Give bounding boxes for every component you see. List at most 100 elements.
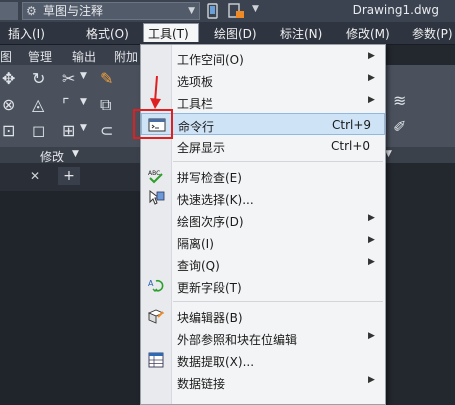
mirror-icon[interactable]: ◬ [32, 95, 44, 114]
menu-item-label: 更新字段(T) [177, 281, 242, 295]
submenu-arrow-icon: ▶ [368, 213, 375, 223]
menu-item-label: 外部参照和块在位编辑 [177, 333, 298, 347]
svg-text:A: A [148, 279, 154, 288]
menu-dimension[interactable]: 标注(N) [280, 25, 322, 42]
ribbon-panel-title-right[interactable]: ▼ [381, 147, 455, 163]
tools-menu: 工作空间(O) ▶ 选项板 ▶ 工具栏 ▶ 命令行 Ctrl+9 全屏显示 Ct… [140, 44, 386, 405]
menu-item-label: 命令行 [178, 120, 215, 134]
explode-icon[interactable]: ⧉ [100, 95, 111, 115]
menu-separator [173, 161, 383, 162]
chevron-down-icon: ▼ [385, 149, 392, 159]
menu-item-fullscreen[interactable]: 全屏显示 Ctrl+0 [141, 135, 385, 157]
menu-separator [173, 301, 383, 302]
chevron-down-icon: ▼ [72, 149, 79, 159]
share-icon[interactable] [226, 2, 248, 20]
submenu-arrow-icon: ▶ [368, 331, 375, 341]
menu-item-label: 绘图次序(D) [177, 215, 244, 229]
match-layer-icon[interactable]: ✐ [393, 117, 406, 136]
data-extraction-icon [148, 352, 164, 368]
drawing-canvas[interactable] [0, 191, 140, 405]
svg-text:ABC: ABC [148, 170, 160, 177]
phone-icon[interactable] [206, 3, 220, 19]
annotation-arrow-icon [150, 76, 161, 109]
trim-icon[interactable]: ✂ [62, 69, 75, 88]
menu-item-command-line[interactable]: 命令行 Ctrl+9 [141, 113, 385, 135]
document-tab-bar: ✕ + [0, 163, 140, 191]
menu-item-palettes[interactable]: 选项板 ▶ [141, 69, 385, 91]
menu-parametric[interactable]: 参数(P) [412, 25, 453, 42]
fillet-icon[interactable]: ⌜ [62, 95, 70, 114]
close-icon[interactable]: ✕ [30, 169, 40, 183]
tab-manage[interactable]: 管理 [28, 48, 52, 65]
layer-stack-icon[interactable]: ≋ [393, 91, 406, 110]
menu-item-label: 块编辑器(B) [177, 311, 243, 325]
rotate-icon[interactable]: ↻ [32, 69, 45, 88]
menu-item-label: 工作空间(O) [177, 53, 244, 67]
menu-item-data-extraction[interactable]: 数据提取(X)... [141, 349, 385, 371]
menu-tools[interactable]: 工具(T) [143, 23, 199, 42]
menu-item-quick-select[interactable]: 快速选择(K)... [141, 187, 385, 209]
array-dropdown-icon[interactable]: ▼ [80, 123, 87, 133]
submenu-arrow-icon: ▶ [368, 375, 375, 385]
menu-insert[interactable]: 插入(I) [8, 25, 45, 42]
menu-item-label: 拼写检查(E) [177, 171, 242, 185]
ribbon-panel-title-modify[interactable]: 修改 ▼ [0, 147, 140, 164]
fillet-dropdown-icon[interactable]: ▼ [80, 97, 87, 107]
submenu-arrow-icon: ▶ [368, 235, 375, 245]
menu-item-isolate[interactable]: 隔离(I) ▶ [141, 231, 385, 253]
menu-draw[interactable]: 绘图(D) [214, 25, 257, 42]
menu-bar: 插入(I) 格式(O) 工具(T) 绘图(D) 标注(N) 修改(M) 参数(P… [0, 22, 455, 45]
submenu-arrow-icon: ▶ [368, 95, 375, 105]
chevron-down-icon: ▼ [188, 6, 195, 16]
menu-item-label: 数据链接 [177, 377, 226, 391]
menu-modify[interactable]: 修改(M) [346, 25, 390, 42]
menu-item-shortcut: Ctrl+0 [331, 139, 371, 153]
menu-item-shortcut: Ctrl+9 [332, 118, 372, 132]
menu-item-label: 隔离(I) [177, 237, 214, 251]
menu-item-spell-check[interactable]: ABC 拼写检查(E) [141, 165, 385, 187]
menu-item-draw-order[interactable]: 绘图次序(D) ▶ [141, 209, 385, 231]
menu-item-xref-edit[interactable]: 外部参照和块在位编辑 ▶ [141, 327, 385, 349]
menu-item-toolbars[interactable]: 工具栏 ▶ [141, 91, 385, 113]
offset-icon[interactable]: ⊂ [100, 121, 113, 140]
tab-addins[interactable]: 附加 [114, 48, 138, 65]
menu-format[interactable]: 格式(O) [86, 25, 129, 42]
menu-item-update-fields[interactable]: A 更新字段(T) [141, 275, 385, 297]
block-editor-icon [147, 309, 165, 324]
menu-item-label: 工具栏 [177, 97, 214, 111]
app-menu-button[interactable] [0, 2, 18, 20]
tab-output[interactable]: 输出 [72, 48, 96, 65]
menu-item-data-link[interactable]: 数据链接 ▶ [141, 371, 385, 393]
tab-view-partial[interactable]: 图 [0, 48, 12, 65]
menu-item-block-editor[interactable]: 块编辑器(B) [141, 305, 385, 327]
title-bar: ⚙ 草图与注释 ▼ ▼ Drawing1.dwg [0, 0, 455, 22]
update-fields-icon: A [148, 279, 164, 292]
quick-select-icon [149, 189, 165, 205]
submenu-arrow-icon: ▶ [368, 73, 375, 83]
menu-item-label: 快速选择(K)... [177, 193, 254, 207]
menu-item-label: 全屏显示 [177, 141, 226, 155]
highlight-box [133, 109, 173, 139]
array-icon[interactable]: ⊞ [62, 121, 75, 140]
add-tab-button[interactable]: + [58, 167, 80, 185]
menu-item-inquiry[interactable]: 查询(Q) ▶ [141, 253, 385, 275]
submenu-arrow-icon: ▶ [368, 257, 375, 267]
menu-item-label: 选项板 [177, 75, 214, 89]
gear-icon: ⚙ [26, 4, 37, 18]
workspace-label: 草图与注释 [43, 4, 104, 18]
spell-check-icon: ABC [148, 170, 163, 184]
trim-dropdown-icon[interactable]: ▼ [80, 71, 87, 81]
ribbon-tab-row: 图 管理 输出 附加 [0, 45, 140, 65]
stretch-icon[interactable]: ⊡ [2, 121, 15, 140]
quick-access-dropdown-icon[interactable]: ▼ [252, 4, 259, 14]
erase-icon[interactable]: ✎ [100, 69, 113, 88]
document-title: Drawing1.dwg [352, 3, 439, 17]
submenu-arrow-icon: ▶ [368, 51, 375, 61]
move-icon[interactable]: ✥ [2, 69, 15, 88]
copy-icon[interactable]: ⊗ [2, 95, 15, 114]
scale-icon[interactable]: ◻ [32, 121, 45, 140]
menu-item-label: 数据提取(X)... [177, 355, 255, 369]
menu-item-label: 查询(Q) [177, 259, 220, 273]
menu-item-workspace[interactable]: 工作空间(O) ▶ [141, 47, 385, 69]
workspace-selector[interactable]: ⚙ 草图与注释 ▼ [22, 2, 200, 20]
